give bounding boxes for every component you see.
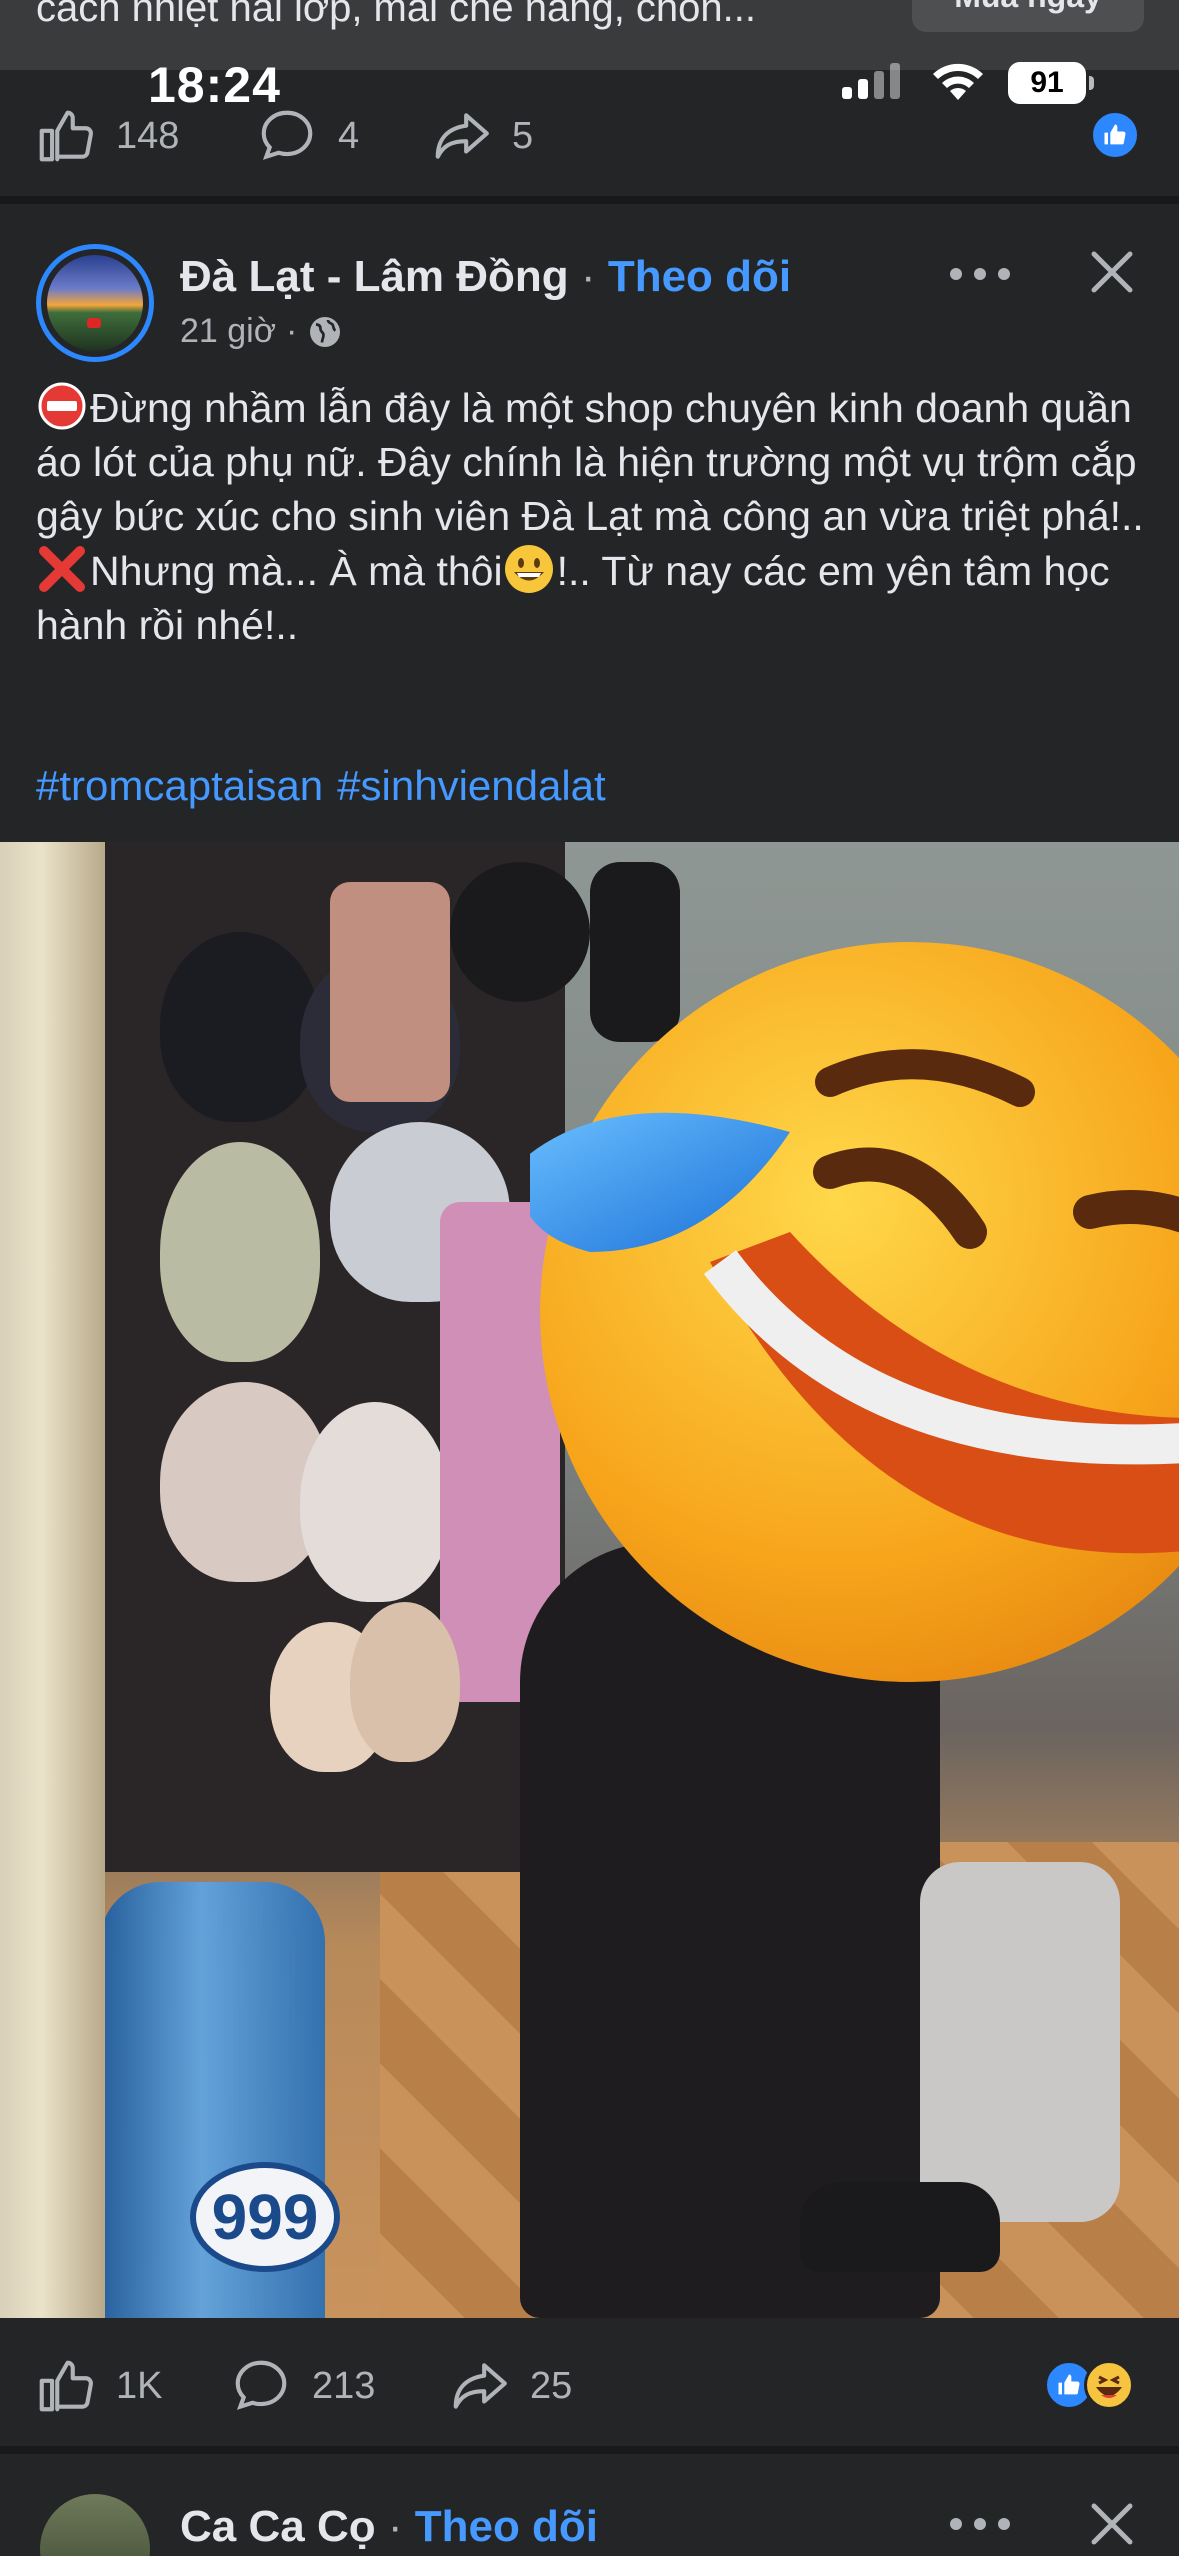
post-divider [0, 2446, 1179, 2454]
like-count: 148 [116, 114, 180, 157]
next-post-header-name: Ca Ca Cọ · Theo dõi [180, 2502, 599, 2551]
grinning-face-icon [504, 545, 553, 593]
comment-icon [235, 2360, 287, 2410]
globe-icon [310, 316, 341, 347]
share-button[interactable]: 5 [430, 105, 533, 167]
haha-reaction-icon [1084, 2360, 1134, 2410]
hashtag-link[interactable]: #sinhviendalat [337, 762, 606, 809]
page-avatar[interactable] [36, 244, 154, 362]
shop-now-button[interactable]: Mua ngay [912, 0, 1144, 32]
post-time[interactable]: 21 giờ [180, 312, 276, 351]
hashtag-link[interactable]: #tromcaptaisan [36, 762, 323, 809]
post-header-name: Đà Lạt - Lâm Đồng · Theo dõi [180, 252, 792, 301]
comment-count: 213 [312, 2364, 376, 2407]
more-options-icon[interactable] [950, 264, 1010, 284]
reaction-summary[interactable] [1044, 2360, 1134, 2410]
comment-count: 4 [338, 114, 360, 157]
post-actions: 1K 213 25 [0, 2336, 1179, 2436]
like-button[interactable]: 1K [34, 2355, 162, 2417]
tears-of-joy-icon [530, 942, 1179, 1682]
share-count: 5 [512, 114, 534, 157]
follow-button[interactable]: Theo dõi [608, 252, 791, 301]
page-name[interactable]: Đà Lạt - Lâm Đồng [180, 252, 569, 301]
previous-post-actions: 148 4 5 [0, 86, 1179, 186]
close-icon[interactable] [1088, 248, 1136, 296]
like-count: 1K [116, 2364, 163, 2407]
share-icon [435, 113, 489, 159]
like-button[interactable]: 148 [34, 105, 179, 167]
like-icon [39, 2360, 93, 2412]
post-divider [0, 196, 1179, 204]
comment-button[interactable]: 4 [256, 105, 359, 167]
share-icon [453, 2363, 507, 2409]
reaction-summary[interactable] [1090, 110, 1140, 160]
post-meta: 21 giờ · [180, 312, 343, 351]
jug-label: 999 [190, 2162, 340, 2272]
like-reaction-icon [1090, 110, 1140, 160]
post-body: Đừng nhầm lẫn đây là một shop chuyên kin… [36, 380, 1146, 652]
next-post-avatar[interactable] [36, 2490, 154, 2556]
post-text-line1: Đừng nhầm lẫn đây là một shop chuyên kin… [36, 385, 1144, 539]
comment-icon [261, 110, 313, 160]
no-entry-icon [38, 382, 86, 430]
next-page-name[interactable]: Ca Ca Cọ [180, 2502, 376, 2551]
post-photo[interactable]: 999 [0, 842, 1179, 2318]
post-text-line2a: Nhưng mà... À mà thôi [90, 548, 503, 594]
cross-mark-icon [39, 546, 85, 592]
share-button[interactable]: 25 [448, 2355, 572, 2417]
comment-button[interactable]: 213 [230, 2355, 375, 2417]
more-options-icon[interactable] [950, 2514, 1010, 2534]
share-count: 25 [530, 2364, 573, 2407]
hashtags: #tromcaptaisan #sinhviendalat [36, 762, 620, 810]
close-icon[interactable] [1088, 2500, 1136, 2548]
link-preview-text: cách nhiệt hai lớp, mái che nắng, chốn..… [36, 0, 756, 30]
like-icon [39, 110, 93, 162]
follow-button[interactable]: Theo dõi [415, 2502, 598, 2551]
